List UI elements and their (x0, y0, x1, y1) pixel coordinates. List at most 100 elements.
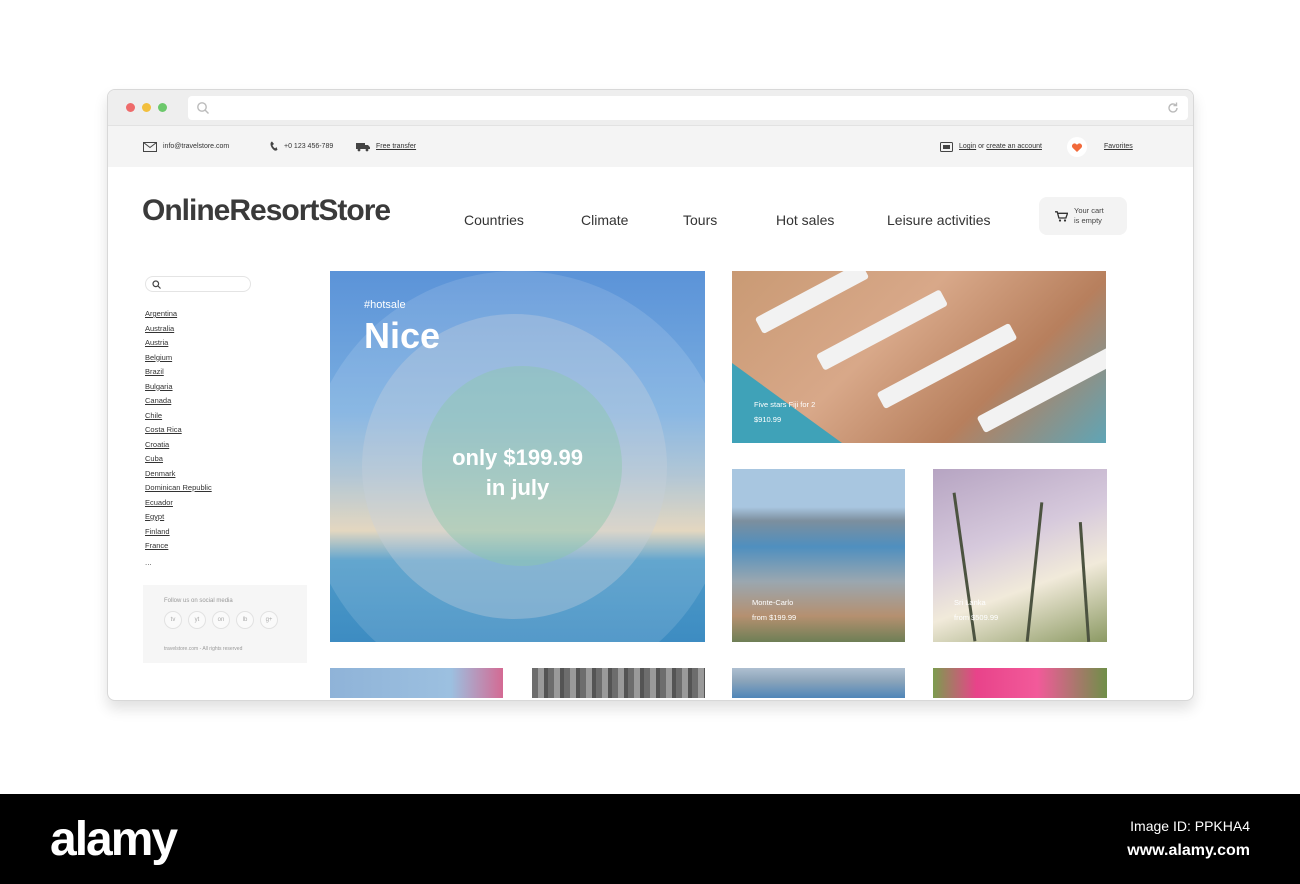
favorites-link[interactable]: Favorites (1066, 126, 1133, 167)
hero-hotsale-tile[interactable]: #hotsale Nice only $199.99 in july (330, 271, 705, 642)
cart-icon (1055, 210, 1068, 222)
watermark-footer: alamy Image ID: PPKHA4 www.alamy.com (0, 794, 1300, 884)
email-contact[interactable]: info@travelstore.com (143, 126, 229, 167)
country-link-france[interactable]: France (145, 539, 212, 554)
tile-bottom-2[interactable] (532, 668, 705, 698)
watermark-site: www.alamy.com (1127, 842, 1250, 859)
maximize-window-button[interactable] (158, 103, 167, 112)
cart-status-line2: is empty (1074, 216, 1102, 225)
tile-title: Monte-Carlo (752, 598, 794, 607)
country-link-brazil[interactable]: Brazil (145, 365, 212, 380)
country-link-ecuador[interactable]: Ecuador (145, 496, 212, 511)
close-window-button[interactable] (126, 103, 135, 112)
country-link-cuba[interactable]: Cuba (145, 452, 212, 467)
hero-title: Nice (364, 315, 441, 356)
cart-button[interactable]: Your cart is empty (1039, 197, 1127, 235)
site-header: OnlineResortStore Countries Climate Tour… (108, 167, 1193, 267)
phone-text: +0 123 456-789 (284, 143, 334, 150)
account-links: Login or create an account (940, 126, 1042, 167)
lounger-image (754, 271, 870, 335)
hero-price-line1: only $199.99 (452, 445, 583, 470)
search-icon (197, 102, 209, 114)
country-link-belgium[interactable]: Belgium (145, 351, 212, 366)
country-link-australia[interactable]: Australia (145, 322, 212, 337)
truck-icon (356, 142, 370, 151)
nav-countries[interactable]: Countries (464, 212, 524, 228)
sidebar-search-input[interactable] (145, 276, 251, 292)
country-link-austria[interactable]: Austria (145, 336, 212, 351)
country-list: Argentina Australia Austria Belgium Braz… (145, 307, 212, 554)
nav-tours[interactable]: Tours (683, 212, 717, 228)
cart-status: Your cart is empty (1074, 206, 1104, 226)
country-link-egypt[interactable]: Egypt (145, 510, 212, 525)
email-text: info@travelstore.com (163, 143, 230, 150)
social-icons: tv yt on lb g+ (164, 611, 278, 629)
tile-title: Five stars Fiji for 2 (754, 400, 816, 409)
tile-caption: Sri Lanka from $509.99 (954, 595, 998, 625)
login-icon (940, 141, 953, 152)
more-countries-link[interactable]: ... (145, 558, 152, 567)
lounger-image (876, 322, 1018, 410)
search-icon (152, 280, 161, 289)
nav-climate[interactable]: Climate (581, 212, 628, 228)
minimize-window-button[interactable] (142, 103, 151, 112)
tile-caption: Monte-Carlo from $199.99 (752, 595, 796, 625)
phone-contact[interactable]: +0 123 456-789 (270, 126, 333, 167)
social-title: Follow us on social media (164, 598, 233, 604)
social-yt-icon[interactable]: yt (188, 611, 206, 629)
create-account-link[interactable]: create an account (986, 143, 1042, 150)
tile-price: $910.99 (754, 415, 782, 424)
country-link-dominican-republic[interactable]: Dominican Republic (145, 481, 212, 496)
country-link-canada[interactable]: Canada (145, 394, 212, 409)
watermark-brand: alamy (50, 813, 178, 866)
hero-price: only $199.99 in july (330, 443, 705, 503)
tile-price: from $199.99 (752, 613, 797, 622)
tile-sri-lanka[interactable]: Sri Lanka from $509.99 (933, 469, 1107, 642)
country-link-croatia[interactable]: Croatia (145, 438, 212, 453)
tile-bottom-4[interactable] (933, 668, 1107, 698)
social-lb-icon[interactable]: lb (236, 611, 254, 629)
social-panel: Follow us on social media tv yt on lb g+… (143, 585, 307, 663)
palm-trunk (1025, 502, 1044, 642)
reload-icon[interactable] (1166, 101, 1180, 115)
cart-status-line1: Your cart (1074, 206, 1104, 215)
watermark-image-id: Image ID: PPKHA4 (1130, 818, 1250, 834)
tile-title: Sri Lanka (954, 598, 986, 607)
tile-price: from $509.99 (954, 613, 999, 622)
address-bar[interactable] (188, 96, 1188, 120)
hero-tag: #hotsale (364, 299, 406, 311)
palm-trunk (1078, 522, 1091, 642)
heart-icon (1067, 136, 1087, 157)
country-link-chile[interactable]: Chile (145, 409, 212, 424)
nav-leisure-activities[interactable]: Leisure activities (887, 212, 991, 228)
phone-icon (270, 141, 278, 151)
lounger-image (976, 346, 1106, 434)
country-link-bulgaria[interactable]: Bulgaria (145, 380, 212, 395)
favorites-text: Favorites (1104, 143, 1133, 150)
tile-caption: Five stars Fiji for 2 $910.99 (754, 397, 815, 427)
lounger-image (815, 289, 949, 371)
hero-price-line2: in july (485, 475, 550, 500)
social-tv-icon[interactable]: tv (164, 611, 182, 629)
tile-fiji[interactable]: Five stars Fiji for 2 $910.99 (732, 271, 1106, 443)
site-logo[interactable]: OnlineResortStore (142, 194, 391, 228)
info-bar: info@travelstore.com +0 123 456-789 Free… (108, 126, 1193, 167)
country-link-argentina[interactable]: Argentina (145, 307, 212, 322)
tile-monte-carlo[interactable]: Monte-Carlo from $199.99 (732, 469, 905, 642)
country-link-finland[interactable]: Finland (145, 525, 212, 540)
tile-bottom-3[interactable] (732, 668, 905, 698)
browser-window: info@travelstore.com +0 123 456-789 Free… (107, 89, 1194, 701)
login-link[interactable]: Login (959, 143, 976, 150)
free-transfer-link[interactable]: Free transfer (356, 126, 416, 167)
browser-toolbar (108, 90, 1193, 126)
social-gplus-icon[interactable]: g+ (260, 611, 278, 629)
free-transfer-text: Free transfer (376, 143, 417, 150)
social-on-icon[interactable]: on (212, 611, 230, 629)
login-or-text: or (978, 143, 985, 150)
copyright-text: travelstore.com - All rights reserved (164, 646, 243, 652)
tile-bottom-1[interactable] (330, 668, 503, 698)
nav-hot-sales[interactable]: Hot sales (776, 212, 834, 228)
country-link-denmark[interactable]: Denmark (145, 467, 212, 482)
country-link-costa-rica[interactable]: Costa Rica (145, 423, 212, 438)
mail-icon (143, 141, 157, 152)
